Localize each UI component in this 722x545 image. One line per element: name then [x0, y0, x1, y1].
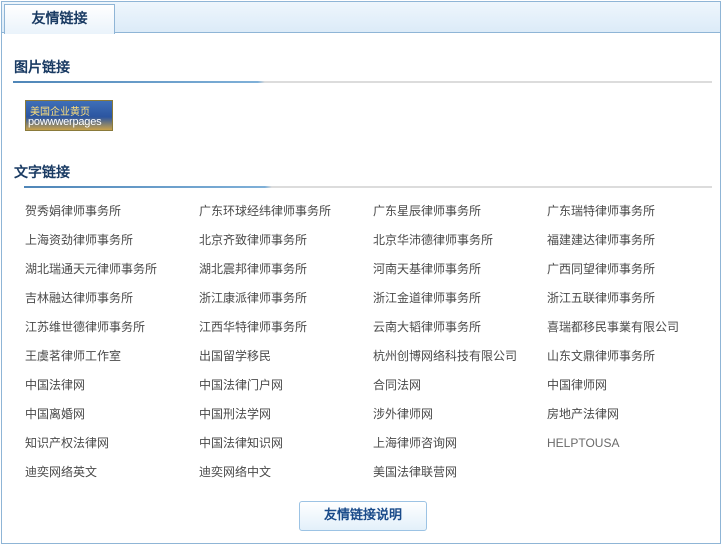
- text-link[interactable]: 江苏维世德律师事务所: [25, 318, 199, 347]
- text-link[interactable]: 美国法律联营网: [373, 463, 547, 492]
- text-link[interactable]: 杭州创博网络科技有限公司: [373, 347, 547, 376]
- text-link[interactable]: 江西华特律师事务所: [199, 318, 373, 347]
- text-link[interactable]: 湖北震邦律师事务所: [199, 260, 373, 289]
- powwwerpages-logo-link[interactable]: 美国企业黄页 powwwerpages: [25, 100, 113, 131]
- text-link[interactable]: 中国法律知识网: [199, 434, 373, 463]
- text-link[interactable]: 浙江金道律师事务所: [373, 289, 547, 318]
- text-link[interactable]: 迪奕网络英文: [25, 463, 199, 492]
- text-link[interactable]: 云南大韬律师事务所: [373, 318, 547, 347]
- text-link[interactable]: 中国法律网: [25, 376, 199, 405]
- text-link[interactable]: 迪奕网络中文: [199, 463, 373, 492]
- text-link[interactable]: 河南天基律师事务所: [373, 260, 547, 289]
- text-link[interactable]: 知识产权法律网: [25, 434, 199, 463]
- text-link[interactable]: 吉林融达律师事务所: [25, 289, 199, 318]
- text-link[interactable]: 喜瑞都移民事業有限公司: [547, 318, 715, 347]
- text-link[interactable]: 广东星辰律师事务所: [373, 202, 547, 231]
- text-link[interactable]: 房地产法律网: [547, 405, 715, 434]
- text-links-divider: [24, 186, 712, 188]
- text-link[interactable]: 浙江五联律师事务所: [547, 289, 715, 318]
- text-link[interactable]: 北京齐致律师事务所: [199, 231, 373, 260]
- text-link[interactable]: 湖北瑞通天元律师事务所: [25, 260, 199, 289]
- text-link[interactable]: 中国法律门户网: [199, 376, 373, 405]
- text-link[interactable]: 广西同望律师事务所: [547, 260, 715, 289]
- friend-links-panel: 友情链接 图片链接 美国企业黄页 powwwerpages 文字链接 贺秀娟律师…: [1, 1, 721, 544]
- text-link[interactable]: 王虞茗律师工作室: [25, 347, 199, 376]
- text-link[interactable]: 北京华沛德律师事务所: [373, 231, 547, 260]
- text-link[interactable]: 上海资劲律师事务所: [25, 231, 199, 260]
- text-links-grid: 贺秀娟律师事务所 广东环球经纬律师事务所 广东星辰律师事务所 广东瑞特律师事务所上海资…: [25, 202, 715, 492]
- text-link[interactable]: 中国离婚网: [25, 405, 199, 434]
- friend-links-info-button[interactable]: 友情链接说明: [299, 501, 427, 531]
- text-link[interactable]: 出国留学移民: [199, 347, 373, 376]
- text-link[interactable]: 涉外律师网: [373, 405, 547, 434]
- image-links-divider: [13, 81, 712, 83]
- text-link[interactable]: HELPTOUSA: [547, 434, 715, 463]
- text-link[interactable]: 广东瑞特律师事务所: [547, 202, 715, 231]
- text-link[interactable]: 贺秀娟律师事务所: [25, 202, 199, 231]
- text-link[interactable]: 浙江康派律师事务所: [199, 289, 373, 318]
- logo-line2: powwwerpages: [28, 116, 102, 128]
- text-link[interactable]: 合同法网: [373, 376, 547, 405]
- text-link[interactable]: 福建建达律师事务所: [547, 231, 715, 260]
- text-link[interactable]: 上海律师咨询网: [373, 434, 547, 463]
- tab-friend-links[interactable]: 友情链接: [4, 4, 115, 34]
- text-link[interactable]: 中国律师网: [547, 376, 715, 405]
- tab-bar: 友情链接: [2, 2, 720, 34]
- text-link[interactable]: 山东文鼎律师事务所: [547, 347, 715, 376]
- image-links-title: 图片链接: [14, 60, 70, 76]
- text-links-title: 文字链接: [14, 165, 70, 181]
- text-link[interactable]: 广东环球经纬律师事务所: [199, 202, 373, 231]
- text-link[interactable]: 中国刑法学网: [199, 405, 373, 434]
